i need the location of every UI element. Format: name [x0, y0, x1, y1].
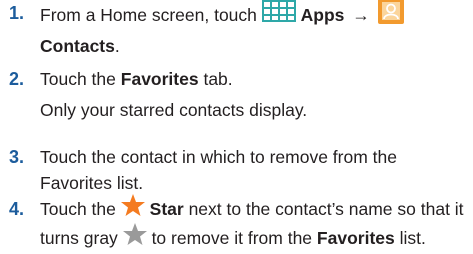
step-2-suffix: tab. [203, 69, 233, 89]
step-4: 4. Touch the Star next to the contact’s … [0, 194, 473, 254]
step-1: 1. From a Home screen, touch Apps → Cont… [0, 0, 473, 58]
step-3-line-2: Favorites list. [40, 173, 144, 193]
step-1-line-2: Contacts. [40, 33, 473, 59]
step-2-prefix: Touch the [40, 69, 116, 89]
contacts-label: Contacts [40, 36, 115, 56]
step-3: 3. Touch the contact in which to remove … [0, 144, 473, 196]
step-4-prefix: Touch the [40, 199, 116, 220]
apps-grid-icon [261, 0, 296, 29]
step-3-line-1: Touch the contact in which to remove fro… [40, 147, 397, 167]
favorites-label: Favorites [120, 69, 199, 89]
step-1-text: From a Home screen, touch [40, 5, 257, 26]
step-1-period: . [114, 36, 120, 56]
step-2-note: Only your starred contacts display. [40, 100, 308, 120]
step-2-line-1: Touch the Favorites tab. [40, 66, 473, 92]
apps-label: Apps [300, 5, 345, 26]
step-number: 3. [9, 147, 25, 167]
step-4-line-2-prefix: turns gray [40, 228, 118, 249]
step-2: 2. Touch the Favorites tab. Only your st… [0, 66, 473, 123]
star-label: Star [149, 199, 184, 220]
step-number: 1. [9, 3, 25, 23]
gray-star-icon [122, 223, 147, 252]
step-4-line-1-suffix: next to the contact’s name so that it [188, 199, 464, 220]
step-1-line-1: From a Home screen, touch Apps → [40, 0, 473, 33]
step-4-line-2-middle: to remove it from the [151, 228, 313, 249]
step-number: 2. [9, 69, 25, 89]
step-number: 4. [9, 199, 25, 219]
instruction-steps: 1. From a Home screen, touch Apps → Cont… [0, 0, 473, 248]
favorites-label: Favorites [316, 228, 395, 249]
contacts-icon [377, 0, 404, 31]
arrow-icon: → [352, 5, 370, 26]
orange-star-icon [120, 194, 145, 223]
step-4-line-1: Touch the Star next to the contact’s nam… [40, 194, 473, 225]
step-4-line-2-suffix: list. [399, 228, 426, 249]
